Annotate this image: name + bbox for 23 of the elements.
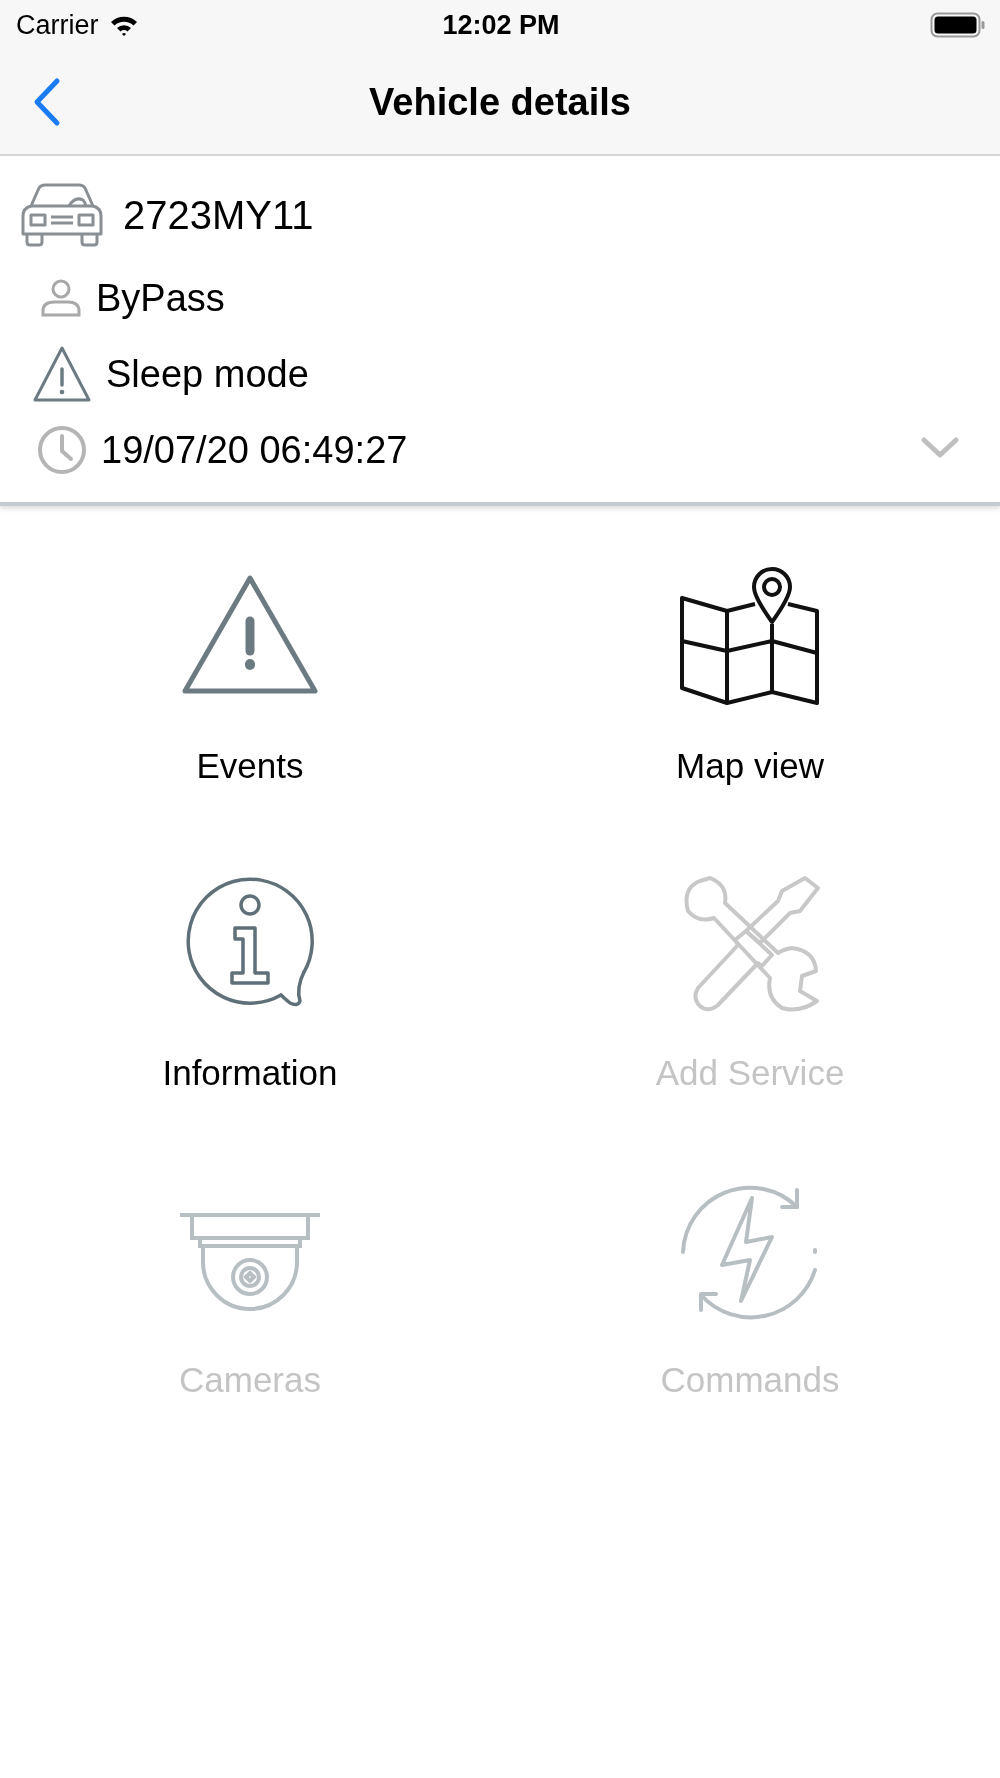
- tile-label: Events: [196, 746, 304, 786]
- menu-tile[interactable]: Map view: [600, 566, 900, 873]
- tile-label: Map view: [676, 746, 824, 786]
- plate-number: 2723MY11: [123, 192, 314, 238]
- tile-label: Information: [162, 1053, 338, 1093]
- back-icon[interactable]: [32, 77, 62, 127]
- vehicle-state: Sleep mode: [106, 352, 309, 396]
- clock-icon: [37, 425, 87, 475]
- driver-name: ByPass: [96, 276, 225, 320]
- battery-icon: [930, 12, 986, 38]
- car-icon: [19, 182, 105, 248]
- tile-label: Cameras: [179, 1360, 321, 1400]
- menu-tile[interactable]: Events: [100, 566, 400, 873]
- tile-label: Add Service: [655, 1053, 845, 1093]
- clock-time: 12:02 PM: [442, 9, 560, 41]
- screen-title: Vehicle details: [369, 80, 631, 124]
- last-update-time: 19/07/20 06:49:27: [101, 428, 408, 472]
- warning-icon: [32, 345, 92, 403]
- menu-tile[interactable]: Information: [100, 873, 400, 1180]
- map-icon: [680, 566, 820, 706]
- person-icon: [40, 278, 82, 318]
- tile-label: Commands: [660, 1360, 840, 1400]
- carrier-label: Carrier: [16, 9, 99, 41]
